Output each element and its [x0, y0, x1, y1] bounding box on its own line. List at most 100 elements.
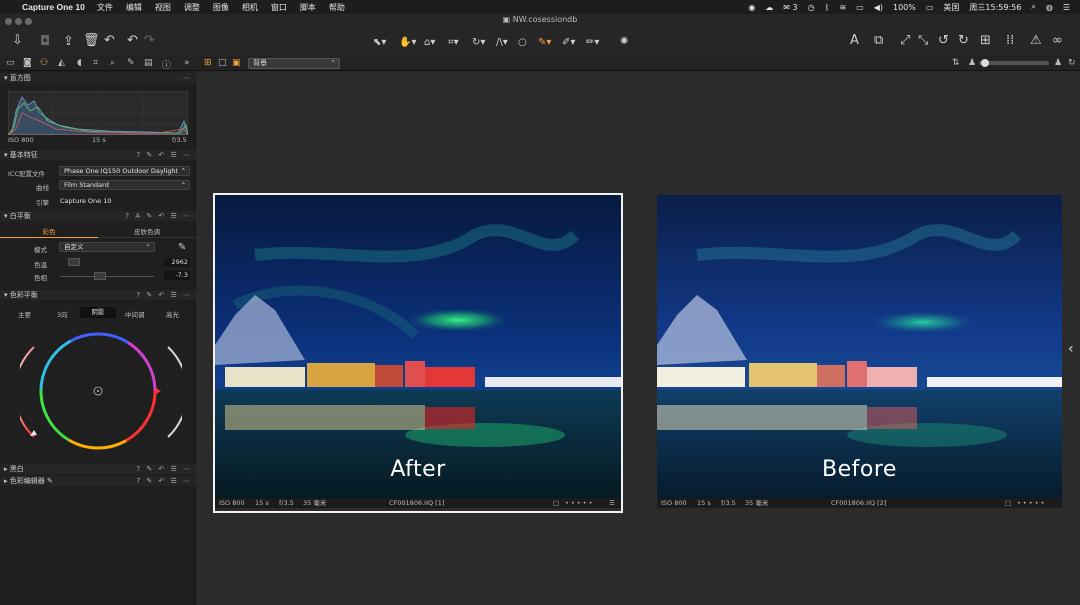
refresh-icon[interactable]: ↻: [1068, 58, 1076, 68]
app-menu[interactable]: Capture One 10: [22, 2, 85, 12]
clock[interactable]: 周三15:59:56: [969, 2, 1021, 13]
spot-removal-icon[interactable]: ○: [518, 36, 527, 49]
variants-icon[interactable]: ⧉: [874, 34, 883, 47]
collapse-icon[interactable]: ⤡: [918, 34, 928, 47]
menu-file[interactable]: 文件: [97, 2, 113, 13]
spotlight-icon[interactable]: ⌕: [1031, 2, 1035, 12]
black-white-header[interactable]: ▸ 黑白 ? ✎ ↶ ☰ ⋯: [0, 464, 196, 474]
local-adjust-tab-icon[interactable]: ✎: [127, 58, 135, 68]
text-overlay-icon[interactable]: A: [850, 34, 859, 47]
auto-adjust-icon[interactable]: ✺: [620, 35, 628, 48]
section-tools[interactable]: ? ✎ ↶ ☰ ⋯: [136, 464, 192, 474]
capture-tab-icon[interactable]: ◙: [23, 58, 32, 68]
wb-picker-icon[interactable]: ✎: [178, 242, 186, 253]
cb-tab-shadow[interactable]: 阴影: [80, 307, 116, 318]
library-tab-icon[interactable]: ▭: [6, 58, 15, 68]
rotate-tool-icon[interactable]: ↻▾: [472, 36, 485, 49]
wb-temp-value[interactable]: 2962: [164, 258, 190, 267]
color-tab-icon[interactable]: ⚇: [40, 58, 48, 68]
curve-select[interactable]: Film Standard ⌃: [59, 180, 190, 190]
info-tab-icon[interactable]: ⓘ: [162, 58, 171, 71]
cursor-tool-icon[interactable]: ⬉▾: [373, 36, 386, 49]
metadata-tab-icon[interactable]: ▤: [144, 58, 153, 68]
viewer-overlay-icon[interactable]: ▣: [232, 58, 241, 68]
viewer-preset-select[interactable]: 背景 ⌃: [248, 58, 340, 69]
menu-adjust[interactable]: 调整: [184, 2, 200, 13]
redo-icon[interactable]: ↷: [144, 34, 155, 47]
battery-status[interactable]: 100%: [893, 3, 916, 12]
rotate-left-icon[interactable]: ↺: [938, 34, 949, 47]
thumbnail-size-slider[interactable]: [979, 59, 1049, 67]
composition-tab-icon[interactable]: ⌗: [93, 58, 98, 68]
brush-tool-icon[interactable]: ✎▾: [538, 36, 551, 49]
after-menu-icon[interactable]: ☰: [609, 498, 615, 508]
cb-tab-midtone[interactable]: 中间调: [125, 309, 145, 319]
time-machine-icon[interactable]: ◷: [808, 3, 815, 12]
user-small-icon[interactable]: ♟: [968, 58, 976, 68]
wb-tint-value[interactable]: -7.3: [164, 271, 190, 280]
photo-frame-after[interactable]: After ISO 800 15 s f/3.5 35 毫米 CF001806.…: [213, 193, 623, 513]
status-cloud-icon[interactable]: ☁: [765, 3, 773, 12]
wb-tint-slider[interactable]: [60, 276, 154, 277]
status-avatar-icon[interactable]: ◉: [748, 3, 755, 12]
menu-help[interactable]: 帮助: [329, 2, 345, 13]
menu-edit[interactable]: 编辑: [126, 2, 142, 13]
siri-icon[interactable]: ◍: [1046, 3, 1053, 12]
exposure-warning-icon[interactable]: ⚠: [1030, 34, 1042, 47]
section-tools[interactable]: ⋯: [183, 73, 192, 83]
histogram-header[interactable]: ▾ 直方图 ⋯: [0, 73, 196, 83]
undo-alt-icon[interactable]: ↶: [127, 34, 138, 47]
photo-after[interactable]: After: [215, 195, 621, 498]
icc-profile-select[interactable]: Phase One IQ150 Outdoor Daylight ⌃: [59, 166, 190, 176]
keystone-tool-icon[interactable]: /\▾: [496, 36, 508, 49]
more-tabs-icon[interactable]: »: [184, 58, 190, 68]
basic-characteristics-header[interactable]: ▾ 基本特征 ? ✎ ↶ ☰ ⋯: [0, 150, 196, 160]
before-select-icon[interactable]: □: [1005, 498, 1011, 508]
white-balance-header[interactable]: ▾ 白平衡 ? A ✎ ↶ ☰ ⋯: [0, 211, 196, 221]
after-select-icon[interactable]: □: [553, 498, 559, 508]
wb-tint-slider-thumb[interactable]: [94, 272, 106, 280]
section-tools[interactable]: ? ✎ ↶ ☰ ⋯: [136, 150, 192, 160]
copy-adjustments-icon[interactable]: ✏▾: [586, 36, 599, 49]
expand-icon[interactable]: ⤢: [900, 34, 910, 47]
viewer-single-icon[interactable]: □: [218, 58, 227, 68]
browser-toggle-chevron-left-icon[interactable]: ‹: [1068, 341, 1074, 357]
photo-before[interactable]: Before: [657, 195, 1062, 498]
notification-center-icon[interactable]: ☰: [1063, 3, 1070, 12]
crop-tool-icon[interactable]: ⌗▾: [448, 36, 459, 49]
details-tab-icon[interactable]: ⌕: [110, 58, 115, 68]
rotate-right-icon[interactable]: ↻: [958, 34, 969, 47]
color-wheel[interactable]: [20, 327, 182, 457]
trash-icon[interactable]: 🗑: [83, 34, 100, 47]
cb-tab-highlight[interactable]: 高光: [166, 309, 179, 319]
color-picker-icon[interactable]: ✐▾: [562, 36, 575, 49]
wb-temp-slider-thumb[interactable]: [68, 258, 80, 266]
wifi-icon[interactable]: ≋: [839, 3, 846, 12]
section-tools[interactable]: ? ✎ ↶ ☰ ⋯: [136, 290, 192, 300]
menu-image[interactable]: 图像: [213, 2, 229, 13]
menu-window[interactable]: 窗口: [271, 2, 287, 13]
wechat-icon[interactable]: ✉ 3: [783, 3, 797, 12]
before-rating-dots[interactable]: • • • • •: [1017, 498, 1044, 508]
export-icon[interactable]: ⇪: [63, 35, 74, 48]
wb-tab-skin-tone[interactable]: 皮肤色调: [98, 226, 196, 238]
proof-glasses-icon[interactable]: ∞: [1052, 34, 1063, 47]
section-tools[interactable]: ? A ✎ ↶ ☰ ⋯: [125, 211, 192, 221]
after-rating-dots[interactable]: • • • • •: [565, 498, 592, 508]
cb-tab-3way[interactable]: 3向: [57, 309, 68, 319]
volume-icon[interactable]: ◀): [874, 3, 883, 12]
exposure-tab-icon[interactable]: ◭: [58, 58, 65, 68]
loupe-tool-icon[interactable]: ⌂▾: [424, 36, 435, 49]
compare-icon[interactable]: ⁞⁞: [1006, 34, 1014, 47]
viewer-grid-icon[interactable]: ⊞: [204, 58, 212, 68]
color-editor-header[interactable]: ▸ 色彩编辑器 ✎ ? ✎ ↶ ☰ ⋯: [0, 476, 196, 486]
menu-script[interactable]: 脚本: [300, 2, 316, 13]
lens-tab-icon[interactable]: ◖: [77, 58, 82, 68]
cb-tab-master[interactable]: 主要: [18, 309, 31, 319]
airplay-icon[interactable]: ▭: [856, 3, 864, 12]
menu-camera[interactable]: 相机: [242, 2, 258, 13]
camera-capture-icon[interactable]: ◘: [40, 35, 50, 48]
menu-view[interactable]: 视图: [155, 2, 171, 13]
photo-frame-before[interactable]: Before ISO 800 15 s f/3.5 35 毫米 CF001806…: [657, 195, 1062, 511]
user-large-icon[interactable]: ♟: [1054, 58, 1062, 68]
